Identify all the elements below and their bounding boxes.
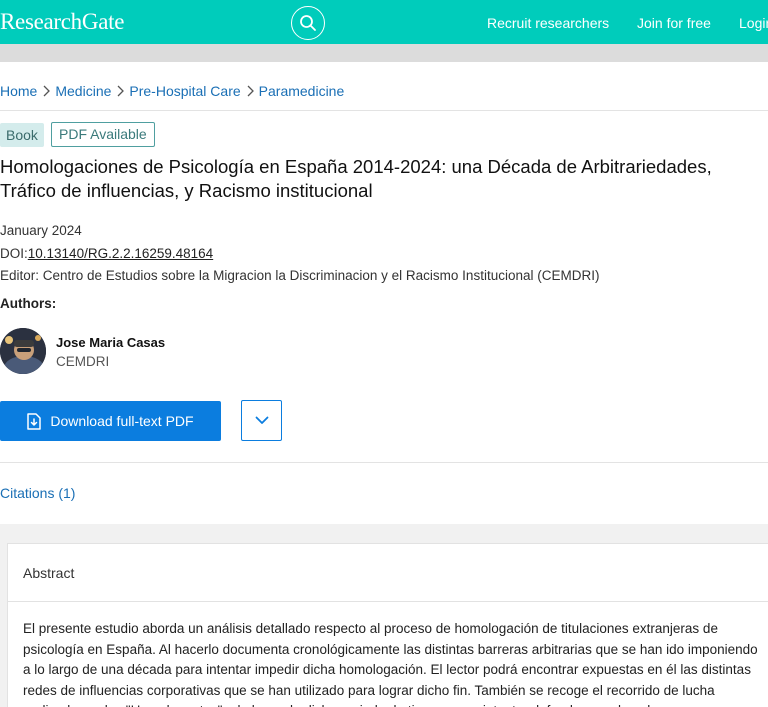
search-button[interactable] [291,6,325,40]
abstract-heading: Abstract [23,565,75,581]
breadcrumb: Home Medicine Pre-Hospital Care Paramedi… [0,83,344,99]
chevron-right-icon [246,85,254,97]
publication-date: January 2024 [0,223,82,238]
recruit-researchers-link[interactable]: Recruit researchers [487,15,609,31]
doi-link[interactable]: 10.13140/RG.2.2.16259.48164 [28,246,213,261]
publication-title: Homologaciones de Psicología en España 2… [0,156,712,201]
abstract-text: El presente estudio aborda un análisis d… [23,621,758,707]
more-options-button[interactable] [241,400,282,441]
publication-type-badge: Book [0,123,44,147]
divider [0,462,768,463]
author-name[interactable]: Jose Maria Casas [56,335,165,350]
download-pdf-label: Download full-text PDF [50,413,194,429]
tab-citations[interactable]: Citations (1) [0,485,75,501]
author-avatar[interactable] [0,328,46,374]
breadcrumb-pre-hospital-care[interactable]: Pre-Hospital Care [129,83,240,99]
publication-editor: Editor: Centro de Estudios sobre la Migr… [0,268,600,283]
author-affiliation: CEMDRI [56,354,110,369]
publication-doi: DOI:10.13140/RG.2.2.16259.48164 [0,246,213,261]
authors-label: Authors: [0,296,57,311]
doi-label: DOI: [0,246,28,261]
abstract-card-header: Abstract [8,544,768,602]
brand-logo[interactable]: ResearchGate [0,9,124,35]
search-icon [300,15,316,31]
breadcrumb-paramedicine[interactable]: Paramedicine [259,83,345,99]
chevron-right-icon [116,85,125,97]
abstract-card: Abstract El presente estudio aborda un a… [7,543,768,707]
header-divider-strip [0,44,768,62]
pdf-available-badge: PDF Available [51,122,155,147]
divider [0,110,768,111]
download-file-icon [27,412,42,430]
join-link[interactable]: Join for free [637,15,711,31]
download-pdf-button[interactable]: Download full-text PDF [0,401,221,441]
top-navigation-bar: ResearchGate Recruit researchers Join fo… [0,0,768,44]
breadcrumb-medicine[interactable]: Medicine [55,83,111,99]
breadcrumb-home[interactable]: Home [0,83,37,99]
login-link[interactable]: Login [739,15,768,31]
chevron-down-icon [255,416,268,424]
avatar-photo [0,328,46,374]
chevron-right-icon [42,85,51,97]
